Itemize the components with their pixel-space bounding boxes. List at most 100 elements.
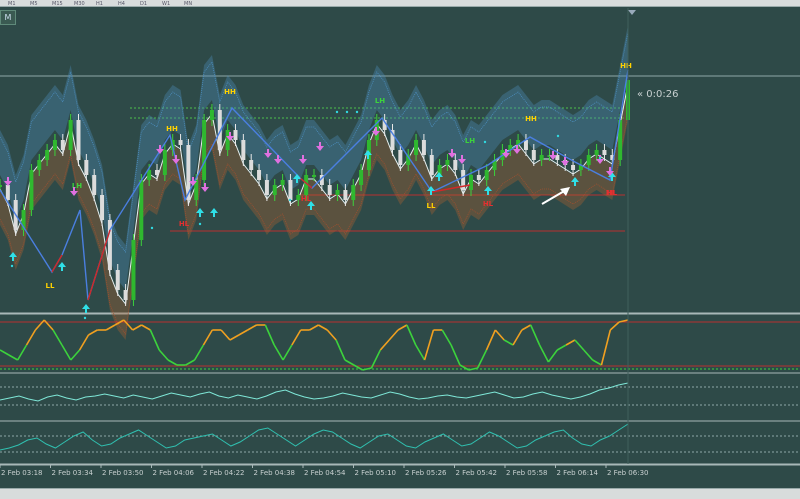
candle (343, 190, 348, 200)
oscillator-segment (592, 359, 602, 366)
candle (484, 170, 489, 180)
panel4-line (0, 423, 629, 451)
oscillator-segment (149, 329, 160, 351)
oscillator-segment (600, 329, 612, 366)
oscillator-segment (185, 359, 195, 366)
candle (68, 120, 73, 150)
signal-dot (150, 226, 154, 230)
oscillator-segment (141, 324, 151, 331)
candle (155, 170, 159, 175)
oscillator-segment (450, 344, 461, 366)
oscillator-segment (238, 329, 249, 336)
oscillator-segment (370, 349, 382, 369)
oscillator-segment (105, 324, 116, 331)
x-tick-label: 2 Feb 05:10 (355, 469, 396, 477)
toolbar-timeframe-button[interactable]: M1 (8, 1, 16, 7)
buy-arrow-icon (210, 208, 218, 217)
swing-label: LH (465, 137, 475, 145)
candle (453, 160, 458, 170)
toolbar-timeframe-button[interactable]: M30 (74, 1, 85, 7)
candle (398, 150, 403, 165)
toolbar-timeframe-button[interactable]: M5 (30, 1, 38, 7)
oscillator-segment (318, 324, 328, 331)
candle (249, 160, 254, 170)
signal-dot (345, 110, 349, 114)
oscillator-segment (441, 329, 452, 346)
candle (571, 165, 576, 170)
toolbar-timeframe-button[interactable]: MN (184, 1, 192, 7)
candle (139, 180, 144, 240)
oscillator-segment (362, 367, 372, 371)
oscillator-segment (0, 349, 10, 356)
oscillator-segment (494, 329, 505, 341)
swing-label: HL (179, 220, 190, 228)
candle (162, 150, 167, 175)
x-tick-label: 2 Feb 06:30 (607, 469, 648, 477)
oscillator-segment (17, 344, 28, 361)
oscillator-segment (220, 329, 231, 341)
swing-label: HH (166, 125, 178, 133)
toolbar-timeframe-button[interactable]: M15 (52, 1, 63, 7)
signal-dot (355, 110, 359, 114)
x-tick-label: 2 Feb 04:06 (153, 469, 195, 477)
candle (202, 120, 207, 180)
oscillator-segment (512, 329, 523, 346)
toolbar-timeframe-button[interactable]: W1 (162, 1, 170, 7)
candle (312, 175, 316, 177)
candle (257, 170, 262, 180)
candle (421, 140, 426, 155)
x-tick-label: 2 Feb 03:34 (52, 469, 94, 477)
oscillator-segment (406, 324, 417, 346)
candle (0, 185, 2, 187)
x-tick-label: 2 Feb 03:18 (1, 469, 42, 477)
oscillator-segment (61, 344, 72, 361)
x-tick-label: 2 Feb 03:50 (102, 469, 143, 477)
candle (272, 185, 277, 195)
candle (115, 270, 120, 290)
swing-label: LL (427, 202, 436, 210)
oscillator-segment (609, 321, 620, 331)
candle (414, 140, 419, 155)
swing-label: LL (46, 282, 55, 290)
oscillator-segment (521, 324, 532, 331)
oscillator-segment (309, 324, 319, 331)
oscillator-segment (202, 329, 213, 346)
oscillator-segment (529, 324, 541, 346)
candle (37, 160, 42, 170)
candle (296, 195, 301, 200)
oscillator-segment (167, 359, 178, 366)
chart-window: M M1 M5 M15 M30 H1 H4 D1 W1 MN LL LH HH HL HH HL HL LH LL… (0, 0, 800, 499)
x-tick-label: 2 Feb 05:42 (456, 469, 497, 477)
signal-dot (198, 222, 202, 226)
candle (476, 175, 481, 180)
candle (45, 150, 50, 160)
horizontal-scrollbar[interactable] (0, 488, 800, 499)
oscillator-segment (476, 349, 488, 369)
signal-dot (598, 156, 602, 160)
toolbar-timeframe-button[interactable]: D1 (140, 1, 147, 7)
x-tick-label: 2 Feb 04:38 (254, 469, 295, 477)
oscillator-segment (574, 339, 585, 351)
signal-dot (83, 316, 87, 320)
candle (92, 175, 97, 195)
candle (209, 110, 214, 120)
oscillator-segment (158, 349, 169, 361)
buy-arrow-icon (82, 304, 90, 313)
candle (586, 155, 591, 165)
x-tick-label: 2 Feb 05:26 (405, 469, 447, 477)
candle (602, 150, 607, 155)
candle (178, 140, 183, 145)
swing-label: HL (301, 195, 312, 203)
candle (280, 180, 285, 185)
oscillator-segment (264, 324, 275, 346)
oscillator-segment (335, 339, 346, 361)
candle (100, 195, 105, 220)
oscillator-segment (52, 329, 63, 346)
price-chart[interactable]: M1 M5 M15 M30 H1 H4 D1 W1 MN LL LH HH HL HH HL HL LH LL HL… (0, 0, 800, 498)
toolbar-timeframe-button[interactable]: H4 (118, 1, 125, 7)
swing-label: HH (525, 115, 537, 123)
oscillator-segment (70, 349, 81, 361)
toolbar-timeframe-button[interactable]: H1 (96, 1, 103, 7)
candle (264, 180, 269, 195)
signal-dot (335, 110, 339, 114)
